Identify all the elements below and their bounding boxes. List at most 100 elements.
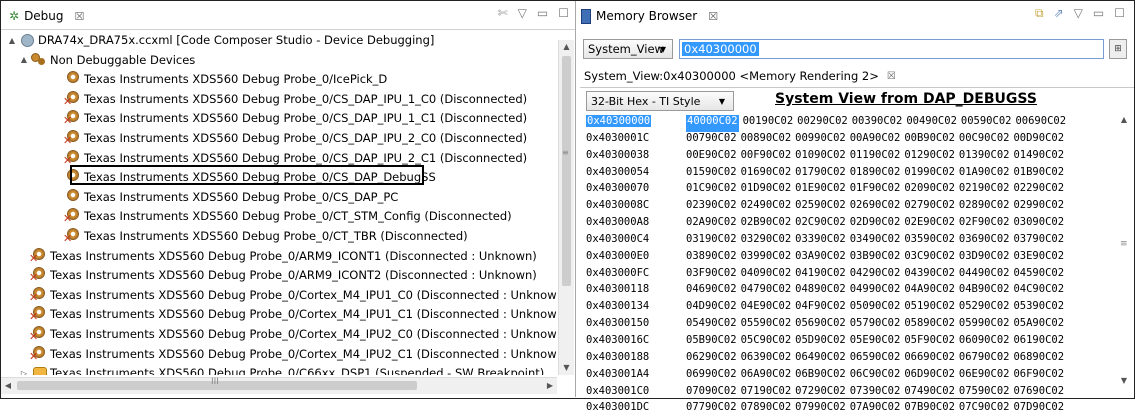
memory-cell[interactable]: 03490C02: [850, 233, 901, 250]
tree-item[interactable]: ✕ Texas Instruments XDS560 Debug Probe_0/…: [19, 246, 537, 266]
memory-cell[interactable]: 05490C02: [686, 317, 737, 334]
memory-cell[interactable]: 06C90C02: [850, 368, 901, 385]
memory-cell[interactable]: 07D90C02: [1013, 401, 1064, 418]
memory-cell[interactable]: 05190C02: [904, 300, 955, 317]
memory-cell[interactable]: 04090C02: [741, 267, 792, 284]
memory-cell[interactable]: 03790C02: [1013, 233, 1064, 250]
memory-row[interactable]: 0x4030008C 02390C02 02490C02 02590C02 02690C…: [586, 199, 1070, 216]
memory-cell[interactable]: 00490C02: [906, 115, 957, 132]
memory-cell[interactable]: 01F90C02: [850, 182, 901, 199]
memory-cell[interactable]: 05B90C02: [686, 334, 737, 351]
scroll-up-arrow-icon[interactable]: ▲: [559, 40, 574, 54]
memory-cell[interactable]: 02690C02: [850, 199, 901, 216]
memory-cell[interactable]: 03990C02: [741, 250, 792, 267]
memory-cell[interactable]: 05D90C02: [795, 334, 846, 351]
memory-cell[interactable]: 01D90C02: [741, 182, 792, 199]
tree-item[interactable]: ▷ Texas Instruments XDS560 Debug Probe_0/…: [19, 363, 544, 375]
memory-cell[interactable]: 05F90C02: [904, 334, 955, 351]
memory-cell[interactable]: 02190C02: [959, 182, 1010, 199]
memory-cell[interactable]: 06590C02: [850, 351, 901, 368]
memory-row[interactable]: 0x4030001C 00790C02 00890C02 00990C02 00A90C…: [586, 132, 1070, 149]
memory-cell[interactable]: 07790C02: [686, 401, 737, 418]
memory-cell[interactable]: 03890C02: [686, 250, 737, 267]
memory-cell[interactable]: 01990C02: [904, 166, 955, 183]
memory-cell[interactable]: 01C90C02: [686, 182, 737, 199]
memory-row[interactable]: 0x40300188 06290C02 06390C02 06490C02 06590C…: [586, 351, 1070, 368]
memory-cell[interactable]: 06890C02: [1013, 351, 1064, 368]
memory-cell[interactable]: 01190C02: [850, 149, 901, 166]
memory-cell[interactable]: 04290C02: [850, 267, 901, 284]
memory-cell[interactable]: 05C90C02: [741, 334, 792, 351]
memory-cell[interactable]: 05990C02: [959, 317, 1010, 334]
tab-debug[interactable]: ✲ Debug ☒: [5, 5, 92, 27]
close-icon[interactable]: ☒: [708, 10, 718, 23]
format-select[interactable]: 32-Bit Hex - TI Style ▼: [586, 91, 734, 111]
memory-cell[interactable]: 07990C02: [795, 401, 846, 418]
memory-cell[interactable]: 00790C02: [686, 132, 737, 149]
pin-icon[interactable]: ⇗: [1054, 6, 1064, 21]
memory-cell[interactable]: 03A90C02: [795, 250, 846, 267]
scroll-left-arrow-icon[interactable]: ◀: [1, 378, 15, 394]
tree-item[interactable]: Texas Instruments XDS560 Debug Probe_0/C…: [53, 187, 398, 207]
memory-cell[interactable]: 03C90C02: [904, 250, 955, 267]
view-menu-icon[interactable]: ▽: [1074, 6, 1083, 21]
new-tab-icon[interactable]: ⧉: [1035, 6, 1044, 21]
memory-row[interactable]: 0x4030016C 05B90C02 05C90C02 05D90C02 05E90C…: [586, 334, 1070, 351]
memory-cell[interactable]: 06F90C02: [1013, 368, 1064, 385]
memory-cell[interactable]: 00690C02: [1015, 115, 1066, 132]
memory-cell[interactable]: 06390C02: [741, 351, 792, 368]
tab-memory-browser[interactable]: Memory Browser ☒: [581, 5, 718, 27]
memory-cell[interactable]: 01E90C02: [795, 182, 846, 199]
memory-cell[interactable]: 00E90C02: [686, 149, 737, 166]
memory-cell[interactable]: 02390C02: [686, 199, 737, 216]
memory-cell[interactable]: 01A90C02: [959, 166, 1010, 183]
memory-cell[interactable]: 02890C02: [959, 199, 1010, 216]
tree-item[interactable]: ✕ Texas Instruments XDS560 Debug Probe_0/…: [19, 344, 557, 364]
memory-cell[interactable]: 04D90C02: [686, 300, 737, 317]
memory-cell[interactable]: 00590C02: [961, 115, 1012, 132]
scroll-down-arrow-icon[interactable]: ▼: [1117, 376, 1131, 385]
memory-cell[interactable]: 01090C02: [795, 149, 846, 166]
memory-cell[interactable]: 07C90C02: [959, 401, 1010, 418]
debug-horizontal-scrollbar[interactable]: ◀ III ▶: [1, 377, 557, 394]
memory-cell[interactable]: 02E90C02: [904, 216, 955, 233]
memory-row[interactable]: 0x403000E0 03890C02 03990C02 03A90C02 03B90C…: [586, 250, 1070, 267]
memory-cell[interactable]: 05290C02: [959, 300, 1010, 317]
debug-vertical-scrollbar[interactable]: ▲ ≡ ▼: [558, 40, 574, 375]
memory-cell[interactable]: 04F90C02: [795, 300, 846, 317]
memory-cell[interactable]: 01590C02: [686, 166, 737, 183]
memory-cell[interactable]: 02A90C02: [686, 216, 737, 233]
memory-cell[interactable]: 01490C02: [1013, 149, 1064, 166]
memory-cell[interactable]: 03B90C02: [850, 250, 901, 267]
memory-vertical-scrollbar[interactable]: ▲ ≡ ▼: [1117, 115, 1131, 385]
context-select[interactable]: System_View ▼: [583, 39, 673, 59]
memory-cell[interactable]: 01690C02: [741, 166, 792, 183]
memory-cell[interactable]: 01290C02: [904, 149, 955, 166]
memory-cell[interactable]: 07A90C02: [850, 401, 901, 418]
memory-cell[interactable]: 01390C02: [959, 149, 1010, 166]
memory-row[interactable]: 0x40300070 01C90C02 01D90C02 01E90C02 01F90C…: [586, 182, 1070, 199]
memory-cell[interactable]: 00D90C02: [1013, 132, 1064, 149]
close-icon[interactable]: ☒: [887, 71, 896, 82]
maximize-icon[interactable]: ☐: [558, 6, 569, 20]
memory-cell[interactable]: 06B90C02: [795, 368, 846, 385]
close-icon[interactable]: ☒: [75, 10, 85, 23]
memory-row[interactable]: 0x403000C4 03190C02 03290C02 03390C02 03490C…: [586, 233, 1070, 250]
tree-item[interactable]: ✕ Texas Instruments XDS560 Debug Probe_0/…: [19, 304, 557, 324]
memory-row[interactable]: 0x40300118 04690C02 04790C02 04890C02 04990C…: [586, 283, 1070, 300]
tab-memory-rendering[interactable]: System_View:0x40300000 <Memory Rendering…: [580, 65, 1134, 88]
memory-cell[interactable]: 06490C02: [795, 351, 846, 368]
memory-row[interactable]: 0x40300000 40000C02 00190C02 00290C02 00390C…: [586, 115, 1070, 132]
memory-cell[interactable]: 05A90C02: [1013, 317, 1064, 334]
memory-row[interactable]: 0x403001A4 06990C02 06A90C02 06B90C02 06C90C…: [586, 368, 1070, 385]
memory-cell[interactable]: 06690C02: [904, 351, 955, 368]
scroll-up-arrow-icon[interactable]: ▲: [1117, 115, 1131, 124]
memory-row[interactable]: 0x403001DC 07790C02 07890C02 07990C02 07A90C…: [586, 401, 1070, 418]
minimize-icon[interactable]: ▭: [537, 6, 548, 20]
tree-item[interactable]: ▲ DRA74x_DRA75x.ccxml [Code Composer Stud…: [7, 30, 434, 50]
memory-cell[interactable]: 00190C02: [743, 115, 794, 132]
memory-cell[interactable]: 01B90C02: [1013, 166, 1064, 183]
memory-cell[interactable]: 07890C02: [741, 401, 792, 418]
memory-cell[interactable]: 00990C02: [795, 132, 846, 149]
expand-toggle-icon[interactable]: ▷: [19, 369, 29, 375]
